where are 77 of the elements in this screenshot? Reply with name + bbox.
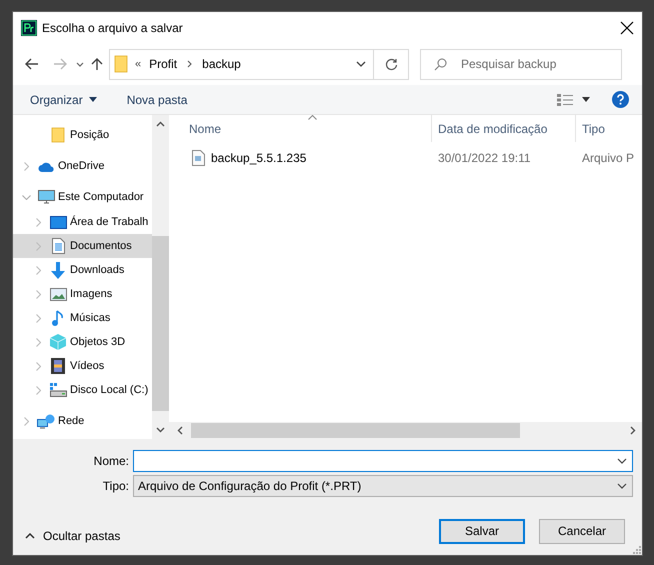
scroll-right-icon[interactable] <box>630 426 636 435</box>
sidebar-item[interactable]: Objetos 3D <box>13 330 152 354</box>
picture-icon <box>49 288 67 300</box>
document-icon <box>49 238 67 254</box>
file-type: Arquivo P <box>581 150 634 167</box>
address-bar[interactable]: « Profit backup <box>109 48 409 80</box>
item-label: OneDrive <box>58 158 104 174</box>
search-icon <box>434 58 447 70</box>
caret-down-icon[interactable] <box>88 97 97 102</box>
vertical-scrollbar[interactable] <box>152 115 169 439</box>
name-label: Nome: <box>92 453 130 470</box>
cloud-icon <box>37 160 55 172</box>
column-header[interactable]: Data de modificação <box>432 115 576 142</box>
chevron-right-icon[interactable] <box>187 60 192 68</box>
item-label: Este Computador <box>58 190 144 205</box>
item-label: Disco Local (C:) <box>70 382 148 398</box>
item-label: Área de Trabalh <box>70 214 148 230</box>
cancel-button[interactable]: Cancelar <box>539 518 625 544</box>
scroll-left-icon[interactable] <box>177 426 183 435</box>
column-header[interactable]: Tipo <box>576 115 636 142</box>
new-folder-button[interactable]: Nova pasta <box>126 90 188 108</box>
chevron-down-icon[interactable] <box>617 483 627 489</box>
item-label: Músicas <box>70 310 110 326</box>
app-icon <box>21 20 37 36</box>
item-label: Imagens <box>70 286 112 302</box>
sort-ascending-icon <box>308 115 317 120</box>
help-icon[interactable] <box>612 91 629 108</box>
file-name-field[interactable] <box>133 450 633 472</box>
sidebar-item[interactable]: Documentos <box>13 234 152 258</box>
modified-date: 30/01/2022 19:11 <box>437 150 532 167</box>
hide-folders-button[interactable]: Ocultar pastas <box>25 527 120 545</box>
file-name[interactable]: backup_5.5.1.235 <box>211 149 306 167</box>
sidebar-item[interactable]: Área de Trabalh <box>13 210 152 234</box>
sidebar-item[interactable]: Imagens <box>13 282 152 306</box>
breadcrumb[interactable]: backup <box>202 55 241 73</box>
organize-menu-button[interactable]: Organizar <box>30 90 97 108</box>
chevron-up-icon <box>25 533 35 539</box>
breadcrumb[interactable]: Profit <box>149 55 178 73</box>
cube-icon <box>49 334 67 350</box>
sidebar-item[interactable]: Vídeos <box>13 354 152 378</box>
arrow-down-icon <box>49 262 67 278</box>
chevron-down-icon[interactable] <box>617 458 627 464</box>
horizontal-scrollbar[interactable] <box>169 422 642 439</box>
sidebar-item[interactable]: Este Computador <box>13 185 152 209</box>
item-label: Downloads <box>70 262 124 278</box>
drive-icon <box>49 383 67 397</box>
sidebar-item[interactable]: Disco Local (C:) <box>13 378 152 402</box>
folder-icon <box>114 55 128 73</box>
sidebar-item[interactable]: OneDrive <box>13 154 152 178</box>
scroll-down-icon[interactable] <box>156 427 165 433</box>
item-label: Objetos 3D <box>70 334 126 350</box>
column-header[interactable]: Nome <box>169 115 432 142</box>
scrollbar-thumb[interactable] <box>191 423 520 438</box>
film-icon <box>49 358 67 374</box>
network-icon <box>37 414 55 428</box>
item-label: Vídeos <box>70 358 104 374</box>
folder-icon <box>49 127 67 143</box>
resize-grip-icon[interactable] <box>633 546 641 554</box>
item-label: Documentos <box>70 238 132 254</box>
scrollbar-thumb[interactable] <box>152 236 169 411</box>
sidebar-item[interactable]: Rede <box>13 409 152 433</box>
sidebar-item[interactable]: Posição <box>13 123 152 147</box>
breadcrumb-overflow[interactable]: « <box>135 56 142 72</box>
monitor-icon <box>37 190 55 204</box>
sidebar-item[interactable]: Músicas <box>13 306 152 330</box>
file-icon <box>192 150 205 166</box>
monitor-icon <box>49 216 67 228</box>
item-label: Rede <box>58 414 84 429</box>
search-field[interactable]: Pesquisar backup <box>420 48 622 80</box>
window-title: Escolha o arquivo a salvar <box>42 20 183 36</box>
search-input: Pesquisar backup <box>461 55 611 73</box>
file-type-dropdown[interactable]: Arquivo de Configuração do Profit (*.PRT) <box>133 475 633 497</box>
type-label: Tipo: <box>102 478 130 495</box>
sidebar-item[interactable]: Downloads <box>13 258 152 282</box>
item-label: Posição <box>70 128 110 143</box>
scroll-up-icon[interactable] <box>156 121 165 127</box>
save-button[interactable]: Salvar <box>439 518 525 544</box>
